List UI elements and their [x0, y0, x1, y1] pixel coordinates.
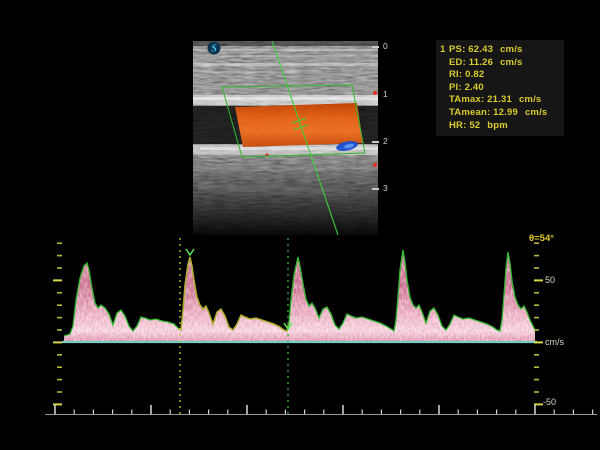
depth-label: 1 [383, 90, 388, 98]
vendor-logo-letter: S [211, 44, 217, 55]
vendor-logo: S [208, 42, 221, 55]
measurement-row: RI: 0.82 [440, 69, 560, 82]
depth-tick [372, 188, 379, 190]
depth-tick [372, 141, 379, 143]
scale-pos-label: 50 [545, 275, 555, 285]
depth-tick [372, 46, 379, 48]
depth-label: 2 [383, 137, 388, 145]
ps-caret-marker-icon [186, 249, 194, 255]
bmode-image: S [193, 41, 378, 235]
right-velocity-scale [534, 243, 543, 404]
measurement-row: TAmax: 21.31cm/s [440, 94, 560, 107]
depth-label: 0 [383, 42, 388, 50]
measurement-row: 1PS: 62.43cm/s [440, 44, 560, 57]
ultrasound-screen: S 0 1 2 3 1PS: 62.43cm/sED: 11.26cm/sRI:… [0, 0, 600, 450]
scale-zero-label: cm/s [545, 337, 564, 347]
focus-marker-icon [373, 91, 377, 95]
measurement-row: TAmean: 12.99cm/s [440, 107, 560, 120]
time-axis [45, 405, 597, 415]
measurement-results-panel: 1PS: 62.43cm/sED: 11.26cm/sRI: 0.82PI: 2… [436, 40, 564, 136]
scale-neg-label: -50 [543, 397, 556, 407]
focus-marker-icon [373, 163, 377, 167]
depth-scale: 0 1 2 3 [370, 41, 400, 239]
spectral-doppler-display: θ=54° 50 cm/s -50 [0, 230, 600, 450]
depth-label: 3 [383, 184, 388, 192]
left-velocity-scale [53, 243, 62, 404]
spectral-waveform [60, 240, 540, 344]
measurement-row: ED: 11.26cm/s [440, 57, 560, 70]
measurement-row: HR: 52bpm [440, 120, 560, 133]
angle-label: θ=54° [529, 233, 554, 244]
measurement-row: PI: 2.40 [440, 82, 560, 95]
